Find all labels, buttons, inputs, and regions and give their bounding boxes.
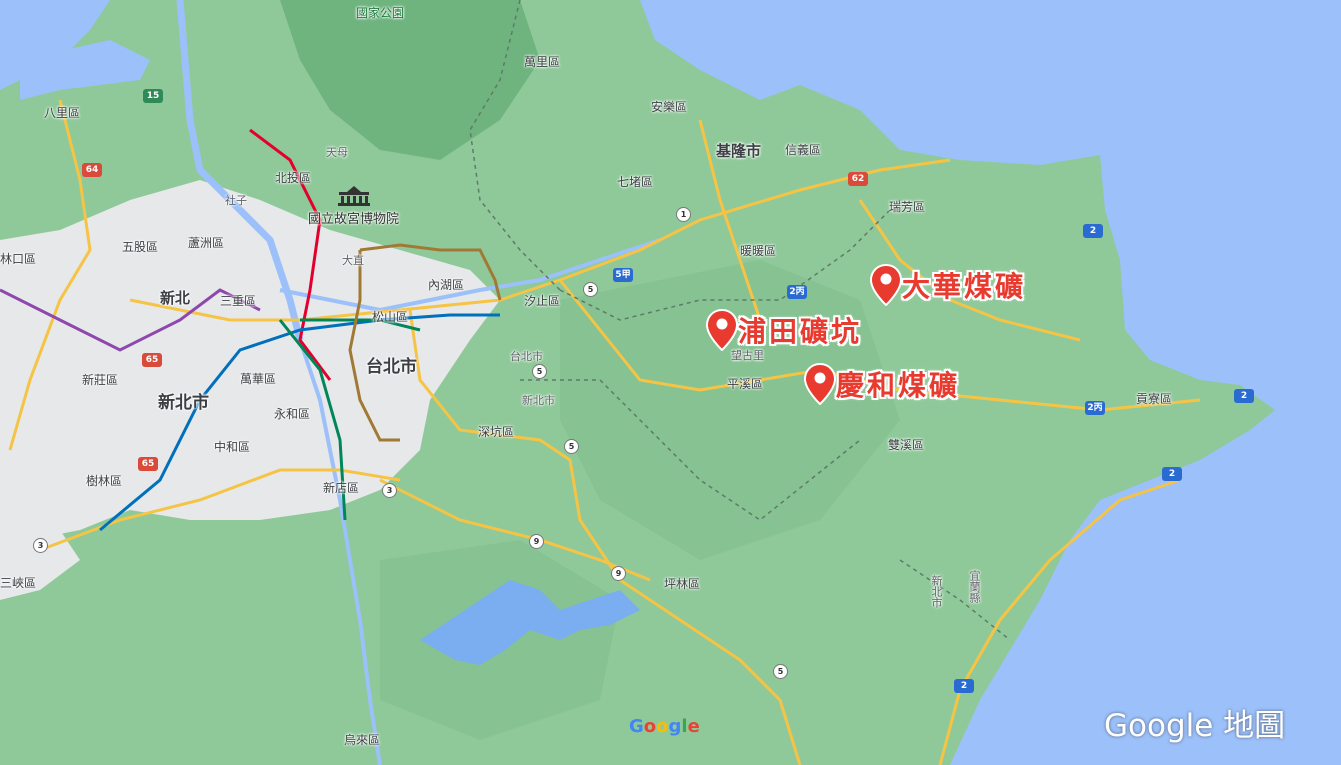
label-beitou: 北投區 xyxy=(275,171,312,185)
marker-dahua-coal-mine[interactable]: 大華煤礦 xyxy=(870,264,1026,306)
shield-route-62: 62 xyxy=(848,172,868,186)
label-shulin: 樹林區 xyxy=(86,474,123,488)
label-keelung: 基隆市 xyxy=(716,142,762,160)
google-maps-watermark: Google 地圖 xyxy=(1104,708,1286,744)
shield-route-2bing: 2丙 xyxy=(1085,401,1105,415)
label-xindian: 新店區 xyxy=(323,481,360,495)
marker-label-dahua: 大華煤礦 xyxy=(902,270,1027,303)
shield-route-2b: 2 xyxy=(1234,389,1254,403)
shield-route-9b: 9 xyxy=(611,566,626,581)
marker-label-qinghe: 慶和煤礦 xyxy=(836,369,961,402)
label-pinglin: 坪林區 xyxy=(664,577,701,591)
shield-route-3b: 3 xyxy=(382,483,397,498)
label-nuannuan: 暖暖區 xyxy=(740,244,777,258)
shield-route-5jia: 5甲 xyxy=(613,268,633,282)
label-xizhi: 汐止區 xyxy=(524,294,561,308)
label-shuangxi: 雙溪區 xyxy=(888,438,925,452)
logo-letter: o xyxy=(656,716,669,737)
label-yilan: 宜蘭縣 xyxy=(968,570,981,603)
marker-putian-mine[interactable]: 浦田礦坑 xyxy=(706,309,862,351)
label-xinbeishi-small: 新北市 xyxy=(522,394,555,407)
shield-route-2jia: 2丙 xyxy=(787,285,807,299)
map-pin-icon xyxy=(804,363,836,405)
label-dazhi: 大直 xyxy=(342,254,364,267)
google-logo: Google xyxy=(629,716,700,737)
shield-route-15: 15 xyxy=(143,89,163,103)
label-songshan: 松山區 xyxy=(372,310,409,324)
logo-letter: e xyxy=(687,716,700,737)
label-zhonghe: 中和區 xyxy=(214,440,251,454)
shield-route-2a: 2 xyxy=(1083,224,1103,238)
shield-route-5b: 5 xyxy=(532,364,547,379)
logo-letter: g xyxy=(668,716,682,737)
label-luzhou: 蘆洲區 xyxy=(188,236,225,250)
shield-route-9a: 9 xyxy=(529,534,544,549)
label-wugu: 五股區 xyxy=(122,240,159,254)
marker-label-putian: 浦田礦坑 xyxy=(738,315,863,348)
shield-route-2c: 2 xyxy=(1162,467,1182,481)
label-neihu: 內湖區 xyxy=(428,278,465,292)
label-sanchong: 三重區 xyxy=(220,294,257,308)
shield-route-2d: 2 xyxy=(954,679,974,693)
label-yonghe: 永和區 xyxy=(274,407,311,421)
logo-letter: o xyxy=(643,716,657,737)
label-museum[interactable]: 國立故宮博物院 xyxy=(308,208,399,227)
label-linkou: 林口區 xyxy=(0,252,37,266)
label-wanhua: 萬華區 xyxy=(240,372,277,386)
marker-qinghe-coal-mine[interactable]: 慶和煤礦 xyxy=(804,363,960,405)
label-taipei: 台北市 xyxy=(366,357,417,377)
label-gongliao: 貢寮區 xyxy=(1136,392,1173,406)
label-shezi: 社子 xyxy=(225,194,247,207)
map-view[interactable]: 國家公園 萬里區 八里區 安樂區 基隆市 信義區 天母 北投區 七堵區 社子 國… xyxy=(0,0,1341,765)
museum-icon[interactable] xyxy=(337,186,371,206)
label-xinbei: 新北 xyxy=(160,289,191,307)
label-taipeishi-small: 台北市 xyxy=(510,350,543,363)
label-pingxi: 平溪區 xyxy=(727,377,764,391)
shield-route-3: 3 xyxy=(33,538,48,553)
shield-route-1: 1 xyxy=(676,207,691,222)
logo-letter: G xyxy=(629,716,644,737)
label-sanxia: 三峽區 xyxy=(0,576,37,590)
label-xinzhuang: 新莊區 xyxy=(82,373,119,387)
label-xinbeishi: 新北市 xyxy=(158,393,209,413)
label-anle: 安樂區 xyxy=(651,100,688,114)
shield-route-5c: 5 xyxy=(564,439,579,454)
label-qidu: 七堵區 xyxy=(617,175,654,189)
map-pin-icon xyxy=(870,264,902,306)
shield-route-65a: 65 xyxy=(142,353,162,367)
label-ruifang: 瑞芳區 xyxy=(889,200,926,214)
label-xinbeishi-vertical: 新北市 xyxy=(930,575,943,608)
label-bali: 八里區 xyxy=(44,106,81,120)
shield-route-64: 64 xyxy=(82,163,102,177)
label-xinyi: 信義區 xyxy=(785,143,822,157)
label-tianmu: 天母 xyxy=(326,146,348,159)
shield-route-65b: 65 xyxy=(138,457,158,471)
label-national-park: 國家公園 xyxy=(356,6,405,20)
label-wanli: 萬里區 xyxy=(524,55,561,69)
map-pin-icon xyxy=(706,309,738,351)
label-shenkeng: 深坑區 xyxy=(478,425,515,439)
label-wulai: 烏來區 xyxy=(344,733,381,747)
shield-route-5a: 5 xyxy=(583,282,598,297)
shield-route-5d: 5 xyxy=(773,664,788,679)
